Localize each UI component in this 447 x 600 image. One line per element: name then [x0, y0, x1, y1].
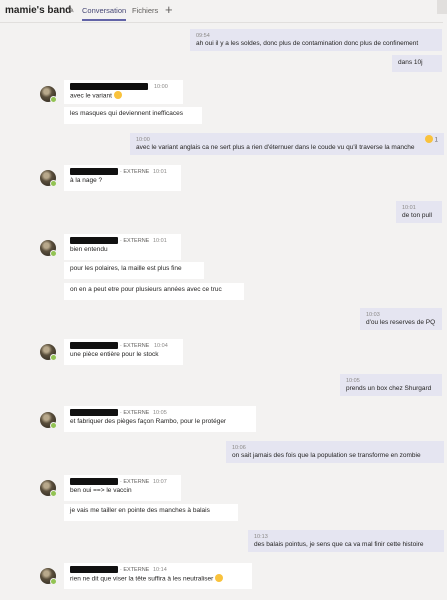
presence-available-icon	[50, 490, 57, 497]
message-timestamp: 10:05	[346, 378, 360, 384]
message-timestamp: 10:13	[254, 534, 268, 540]
reaction-count: 1	[434, 137, 438, 144]
message-text: avec le variant	[70, 92, 112, 100]
grimace-emoji-icon	[113, 91, 122, 99]
external-badge: · EXTERNE	[120, 238, 150, 244]
message-incoming[interactable]: · EXTERNE 10:01 bien entendu	[64, 234, 181, 260]
message-outgoing[interactable]: 10:01 de ton pull	[396, 201, 442, 223]
message-incoming[interactable]: je vais me tailler en pointe des manches…	[64, 504, 238, 521]
presence-available-icon	[50, 250, 57, 257]
message-text: les masques qui deviennent inefficaces	[70, 110, 183, 117]
message-incoming[interactable]: on en a peut etre pour plusieurs années …	[64, 283, 244, 300]
message-text: dans 10j	[398, 59, 423, 66]
message-outgoing[interactable]: dans 10j	[392, 55, 442, 72]
message-incoming[interactable]: 10:00 avec le variant	[64, 80, 183, 104]
message-outgoing[interactable]: 10:13 des balais pointus, je sens que ca…	[248, 530, 444, 552]
external-badge: · EXTERNE	[120, 410, 150, 416]
message-text: bien entendu	[70, 246, 108, 253]
external-badge: · EXTERNE	[120, 567, 150, 573]
message-text: et fabriquer des pièges façon Rambo, pou…	[70, 418, 227, 425]
reaction-emoji-icon	[424, 135, 433, 143]
tab-fichiers[interactable]: Fichiers	[132, 6, 158, 15]
message-text: pour les polaires, la maille est plus fi…	[70, 265, 182, 272]
message-text: de ton pull	[402, 212, 432, 219]
message-timestamp: 10:00	[154, 84, 168, 90]
message-text: on sait jamais des fois que la populatio…	[232, 452, 421, 459]
message-timestamp: 10:07	[153, 479, 167, 485]
external-badge: · EXTERNE	[120, 169, 150, 175]
menu-corner[interactable]	[437, 0, 447, 14]
message-timestamp: 09:54	[196, 33, 210, 39]
redacted-sender-name	[70, 566, 118, 573]
redacted-sender-name	[70, 342, 118, 349]
message-text: à la nage ?	[70, 177, 103, 184]
message-text: rien ne dit que viser la tête suffira à …	[70, 575, 214, 583]
message-outgoing[interactable]: 10:00 avec le variant anglais ca ne sert…	[130, 133, 444, 155]
message-incoming[interactable]: · EXTERNE 10:05 et fabriquer des pièges …	[64, 406, 256, 432]
message-outgoing[interactable]: 10:06 on sait jamais des fois que la pop…	[226, 441, 444, 463]
message-timestamp: 10:01	[402, 205, 416, 211]
message-timestamp: 10:14	[153, 567, 167, 573]
scrollbar[interactable]	[443, 22, 447, 600]
channel-header: mamie's band ✎ Conversation Fichiers +	[0, 0, 447, 23]
presence-available-icon	[50, 578, 57, 585]
message-timestamp: 10:03	[366, 312, 380, 318]
redacted-sender-name	[70, 168, 118, 175]
message-text: ben oui ==> le vaccin	[70, 487, 132, 494]
message-text: avec le variant anglais ca ne sert plus …	[136, 144, 415, 151]
message-text: ah oui il y a les soldes, donc plus de c…	[196, 40, 419, 47]
message-timestamp: 10:01	[153, 238, 167, 244]
message-incoming[interactable]: pour les polaires, la maille est plus fi…	[64, 262, 204, 279]
message-text: d'ou les reserves de PQ	[366, 319, 436, 326]
message-timestamp: 10:04	[154, 343, 168, 349]
external-badge: · EXTERNE	[120, 343, 150, 349]
message-text: on en a peut etre pour plusieurs années …	[70, 286, 222, 293]
edit-pencil-icon[interactable]: ✎	[67, 5, 75, 16]
message-incoming[interactable]: · EXTERNE 10:04 une pièce entière pour l…	[64, 339, 183, 365]
message-text: des balais pointus, je sens que ca va ma…	[254, 541, 424, 548]
add-tab-button[interactable]: +	[165, 2, 173, 17]
message-timestamp: 10:00	[136, 137, 150, 143]
message-incoming[interactable]: · EXTERNE 10:14 rien ne dit que viser la…	[64, 563, 252, 589]
redacted-sender-name	[70, 237, 118, 244]
presence-available-icon	[50, 96, 57, 103]
message-text: une pièce entière pour le stock	[70, 351, 159, 358]
external-badge: · EXTERNE	[120, 479, 150, 485]
redacted-sender-name	[70, 478, 118, 485]
redacted-sender-name	[70, 409, 118, 416]
redacted-sender-name	[70, 83, 148, 90]
channel-title: mamie's band	[5, 5, 72, 16]
message-timestamp: 10:06	[232, 445, 246, 451]
message-text: je vais me tailler en pointe des manches…	[70, 507, 210, 514]
message-incoming[interactable]: · EXTERNE 10:07 ben oui ==> le vaccin	[64, 475, 181, 501]
message-text: prends un box chez Shurgard	[346, 385, 432, 392]
presence-available-icon	[50, 354, 57, 361]
presence-available-icon	[50, 180, 57, 187]
message-timestamp: 10:05	[153, 410, 167, 416]
message-outgoing[interactable]: 10:05 prends un box chez Shurgard	[340, 374, 442, 396]
message-outgoing[interactable]: 10:03 d'ou les reserves de PQ	[360, 308, 442, 330]
reaction[interactable]: 1	[424, 135, 438, 145]
active-tab-indicator	[82, 19, 126, 21]
message-timestamp: 10:01	[153, 169, 167, 175]
smile-emoji-icon	[215, 574, 224, 582]
message-incoming[interactable]: les masques qui deviennent inefficaces	[64, 107, 202, 124]
tab-conversation[interactable]: Conversation	[82, 6, 126, 15]
message-outgoing[interactable]: 09:54 ah oui il y a les soldes, donc plu…	[190, 29, 442, 51]
presence-available-icon	[50, 422, 57, 429]
message-incoming[interactable]: · EXTERNE 10:01 à la nage ?	[64, 165, 181, 191]
